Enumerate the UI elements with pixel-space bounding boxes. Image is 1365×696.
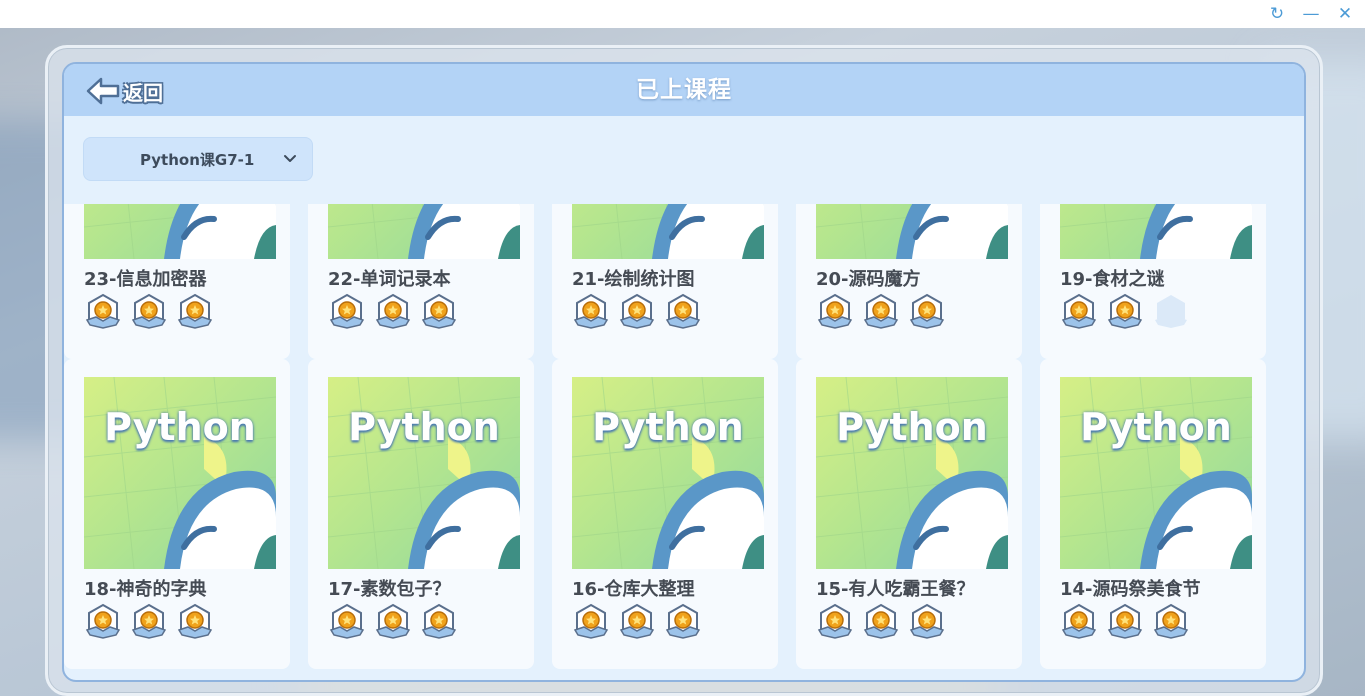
medal-earned-icon	[131, 603, 167, 639]
course-title: 15-有人吃霸王餐？	[816, 579, 975, 600]
course-thumbnail: Python	[328, 204, 520, 259]
medal-earned-icon	[177, 293, 213, 329]
course-thumbnail: Python	[328, 377, 520, 569]
medal-earned-icon	[329, 293, 365, 329]
course-card[interactable]: Python 23-信息加密器	[64, 204, 290, 359]
course-title: 21-绘制统计图	[572, 269, 695, 290]
chevron-down-icon	[284, 155, 296, 162]
medal-earned-icon	[619, 603, 655, 639]
course-thumbnail: Python	[84, 377, 276, 569]
course-title: 22-单词记录本	[328, 269, 451, 290]
course-list[interactable]: Python 23-信息加密器	[64, 204, 1304, 680]
back-button[interactable]: 返回	[86, 74, 163, 108]
refresh-icon[interactable]: ↻	[1267, 4, 1287, 24]
medal-earned-icon	[863, 293, 899, 329]
window-titlebar: ↻ — ✕	[0, 0, 1365, 28]
course-thumbnail: Python	[816, 204, 1008, 259]
medal-earned-icon	[909, 293, 945, 329]
course-card[interactable]: Python 19-食材之谜	[1040, 204, 1266, 359]
medal-earned-icon	[665, 603, 701, 639]
medal-earned-icon	[573, 293, 609, 329]
course-row: Python 23-信息加密器	[64, 204, 1266, 359]
course-title: 16-仓库大整理	[572, 579, 695, 600]
course-card[interactable]: Python 14-源码祭美食节	[1040, 359, 1266, 669]
medal-earned-icon	[85, 603, 121, 639]
medal-earned-icon	[131, 293, 167, 329]
course-select-dropdown[interactable]: Python课G7-1	[83, 137, 313, 181]
medal-earned-icon	[863, 603, 899, 639]
course-card[interactable]: Python 15-有人吃霸王餐？	[796, 359, 1022, 669]
thumbnail-label: Python	[836, 405, 988, 449]
medal-earned-icon	[421, 293, 457, 329]
courses-panel: 已上课程 返回 Python课G7-1 23-信息加密器 22-单词记录本 21…	[62, 62, 1306, 682]
medal-list	[1060, 293, 1190, 331]
back-arrow-icon	[86, 77, 120, 105]
medal-list	[328, 293, 458, 331]
medal-earned-icon	[817, 293, 853, 329]
course-card[interactable]: Python 20-源码魔方	[796, 204, 1022, 359]
course-thumbnail: Python	[1060, 204, 1252, 259]
thumbnail-label: Python	[1080, 405, 1232, 449]
medal-earned-icon	[85, 293, 121, 329]
course-thumbnail: Python	[1060, 377, 1252, 569]
thumbnail-label: Python	[348, 405, 500, 449]
thumbnail-label: Python	[104, 405, 256, 449]
medal-list	[572, 603, 702, 641]
course-thumbnail: Python	[572, 377, 764, 569]
medal-earned-icon	[375, 293, 411, 329]
page-title: 已上课程	[636, 77, 732, 103]
medal-earned-icon	[1061, 293, 1097, 329]
course-title: 17-素数包子？	[328, 579, 451, 600]
medal-list	[572, 293, 702, 331]
medal-earned-icon	[1107, 293, 1143, 329]
minimize-icon[interactable]: —	[1301, 4, 1321, 24]
course-card[interactable]: Python 17-素数包子？	[308, 359, 534, 669]
close-icon[interactable]: ✕	[1335, 4, 1355, 24]
medal-earned-icon	[665, 293, 701, 329]
medal-earned-icon	[1153, 603, 1189, 639]
medal-list	[816, 293, 946, 331]
medal-earned-icon	[1061, 603, 1097, 639]
medal-list	[1060, 603, 1190, 641]
course-title: 20-源码魔方	[816, 269, 921, 290]
back-label: 返回	[123, 80, 163, 105]
medal-earned-icon	[619, 293, 655, 329]
course-title: 14-源码祭美食节	[1060, 579, 1201, 600]
course-card[interactable]: Python 18-神奇的字典	[64, 359, 290, 669]
medal-list	[84, 603, 214, 641]
medal-list	[328, 603, 458, 641]
medal-list	[84, 293, 214, 331]
medal-earned-icon	[909, 603, 945, 639]
course-card[interactable]: Python 21-绘制统计图	[552, 204, 778, 359]
medal-earned-icon	[375, 603, 411, 639]
course-thumbnail: Python	[816, 377, 1008, 569]
medal-list	[816, 603, 946, 641]
course-thumbnail: Python	[572, 204, 764, 259]
medal-earned-icon	[329, 603, 365, 639]
medal-empty-icon	[1155, 295, 1187, 328]
course-title: 18-神奇的字典	[84, 579, 207, 600]
medal-earned-icon	[421, 603, 457, 639]
course-title: 19-食材之谜	[1060, 269, 1165, 290]
course-title: 23-信息加密器	[84, 269, 207, 290]
thumbnail-label: Python	[592, 405, 744, 449]
medal-earned-icon	[573, 603, 609, 639]
course-row: Python 18-神奇的字典 Python 17-素数包子？ Python 1…	[64, 359, 1266, 669]
course-select-value: Python课G7-1	[140, 150, 255, 169]
course-card[interactable]: Python 22-单词记录本	[308, 204, 534, 359]
course-thumbnail: Python	[84, 204, 276, 259]
medal-earned-icon	[817, 603, 853, 639]
medal-earned-icon	[177, 603, 213, 639]
course-card[interactable]: Python 16-仓库大整理	[552, 359, 778, 669]
medal-earned-icon	[1107, 603, 1143, 639]
